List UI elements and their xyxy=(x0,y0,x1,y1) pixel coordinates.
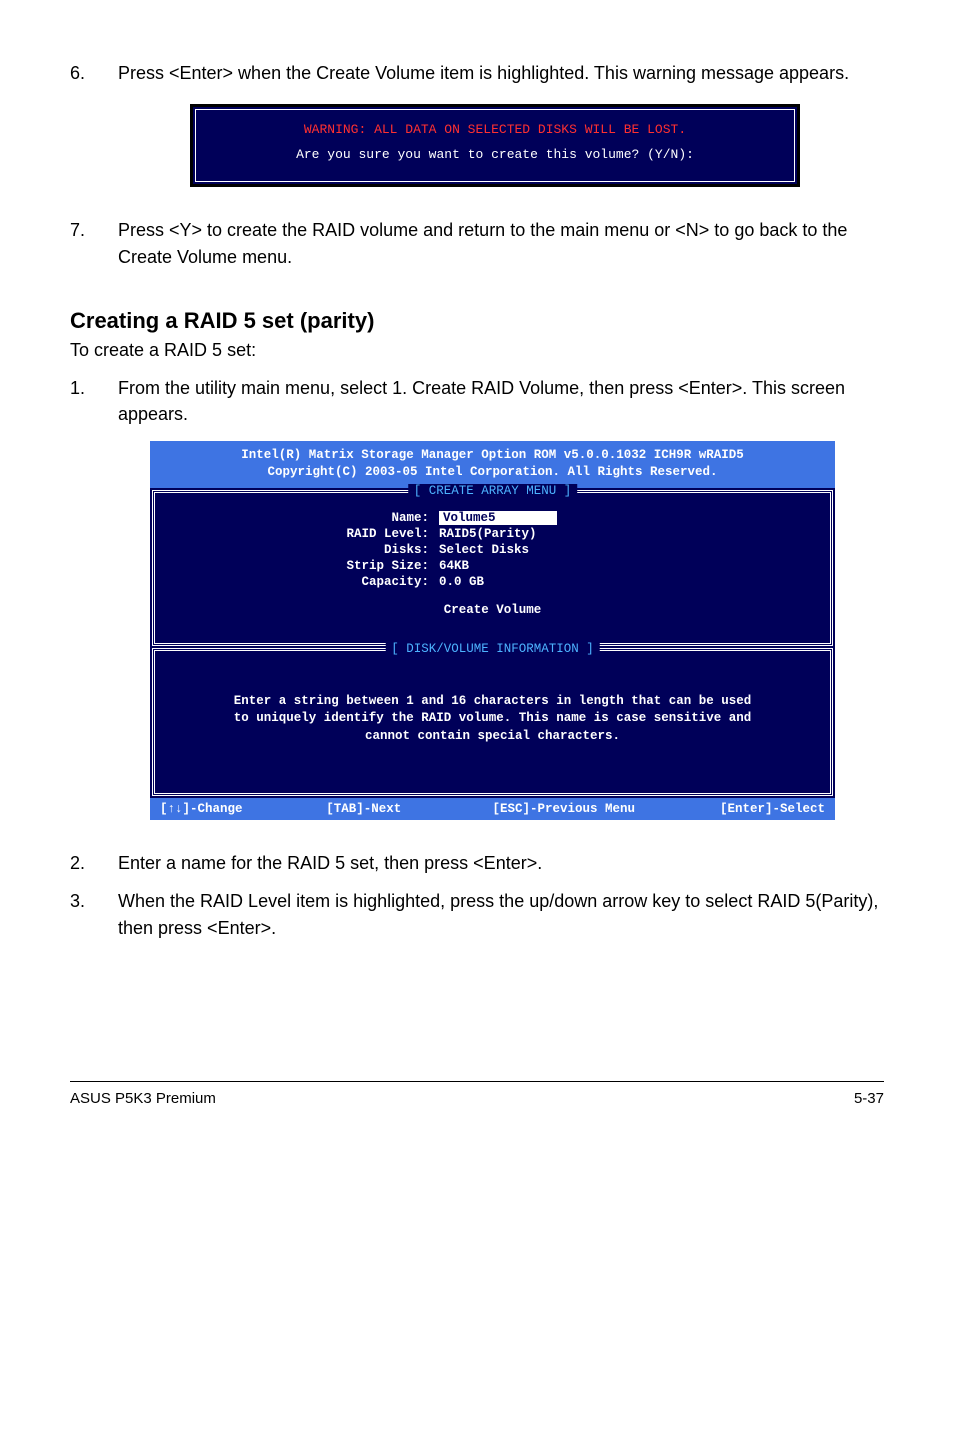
step-text: From the utility main menu, select 1. Cr… xyxy=(118,375,884,427)
footer-right: 5-37 xyxy=(854,1090,884,1107)
dialog-inner: WARNING: ALL DATA ON SELECTED DISKS WILL… xyxy=(195,109,795,182)
field-name-row: Name: Volume5 xyxy=(169,511,816,525)
field-label: Capacity: xyxy=(169,575,439,589)
info-text: Enter a string between 1 and 16 characte… xyxy=(169,663,816,782)
prompt-line: Are you sure you want to create this vol… xyxy=(206,143,784,168)
panel-title: [ DISK/VOLUME INFORMATION ] xyxy=(385,642,600,656)
step-text: Enter a name for the RAID 5 set, then pr… xyxy=(118,850,884,876)
raid-level-value[interactable]: RAID5(Parity) xyxy=(439,527,537,541)
section-heading: Creating a RAID 5 set (parity) xyxy=(70,308,884,334)
step-text: When the RAID Level item is highlighted,… xyxy=(118,888,884,940)
field-label: Disks: xyxy=(169,543,439,557)
disk-volume-info-panel: [ DISK/VOLUME INFORMATION ] Enter a stri… xyxy=(152,648,833,797)
step-number: 7. xyxy=(70,217,118,269)
bios-header-line1: Intel(R) Matrix Storage Manager Option R… xyxy=(160,447,825,465)
bios-footer: [↑↓]-Change [TAB]-Next [ESC]-Previous Me… xyxy=(150,798,835,820)
bios-header: Intel(R) Matrix Storage Manager Option R… xyxy=(150,441,835,488)
info-line: Enter a string between 1 and 16 characte… xyxy=(189,693,796,711)
disks-value[interactable]: Select Disks xyxy=(439,543,529,557)
strip-size-value[interactable]: 64KB xyxy=(439,559,469,573)
step-7: 7. Press <Y> to create the RAID volume a… xyxy=(70,217,884,269)
bios-screenshot: Intel(R) Matrix Storage Manager Option R… xyxy=(150,441,835,821)
step-text: Press <Y> to create the RAID volume and … xyxy=(118,217,884,269)
warning-dialog: WARNING: ALL DATA ON SELECTED DISKS WILL… xyxy=(190,104,800,187)
create-volume-action[interactable]: Create Volume xyxy=(169,603,816,617)
name-input[interactable]: Volume5 xyxy=(439,511,557,525)
info-line: cannot contain special characters. xyxy=(189,728,796,746)
info-line: to uniquely identify the RAID volume. Th… xyxy=(189,710,796,728)
footer-select: [Enter]-Select xyxy=(659,802,825,816)
field-strip-row: Strip Size: 64KB xyxy=(169,559,816,573)
step-2: 2. Enter a name for the RAID 5 set, then… xyxy=(70,850,884,876)
field-label: Name: xyxy=(169,511,439,525)
step-text: Press <Enter> when the Create Volume ite… xyxy=(118,60,884,86)
footer-prev: [ESC]-Previous Menu xyxy=(493,802,659,816)
section-intro: To create a RAID 5 set: xyxy=(70,340,884,361)
warning-line: WARNING: ALL DATA ON SELECTED DISKS WILL… xyxy=(206,118,784,143)
step-number: 1. xyxy=(70,375,118,427)
create-array-panel: [ CREATE ARRAY MENU ] Name: Volume5 RAID… xyxy=(152,490,833,646)
field-raid-row: RAID Level: RAID5(Parity) xyxy=(169,527,816,541)
field-disks-row: Disks: Select Disks xyxy=(169,543,816,557)
step-1: 1. From the utility main menu, select 1.… xyxy=(70,375,884,427)
field-capacity-row: Capacity: 0.0 GB xyxy=(169,575,816,589)
page-footer: ASUS P5K3 Premium 5-37 xyxy=(70,1081,884,1107)
field-label: Strip Size: xyxy=(169,559,439,573)
footer-next: [TAB]-Next xyxy=(326,802,492,816)
step-6: 6. Press <Enter> when the Create Volume … xyxy=(70,60,884,86)
footer-left: ASUS P5K3 Premium xyxy=(70,1090,216,1107)
capacity-value[interactable]: 0.0 GB xyxy=(439,575,484,589)
panel-title: [ CREATE ARRAY MENU ] xyxy=(408,484,578,498)
bios-header-line2: Copyright(C) 2003-05 Intel Corporation. … xyxy=(160,464,825,482)
footer-change: [↑↓]-Change xyxy=(160,802,326,816)
step-3: 3. When the RAID Level item is highlight… xyxy=(70,888,884,940)
step-number: 3. xyxy=(70,888,118,940)
step-number: 6. xyxy=(70,60,118,86)
step-number: 2. xyxy=(70,850,118,876)
field-label: RAID Level: xyxy=(169,527,439,541)
